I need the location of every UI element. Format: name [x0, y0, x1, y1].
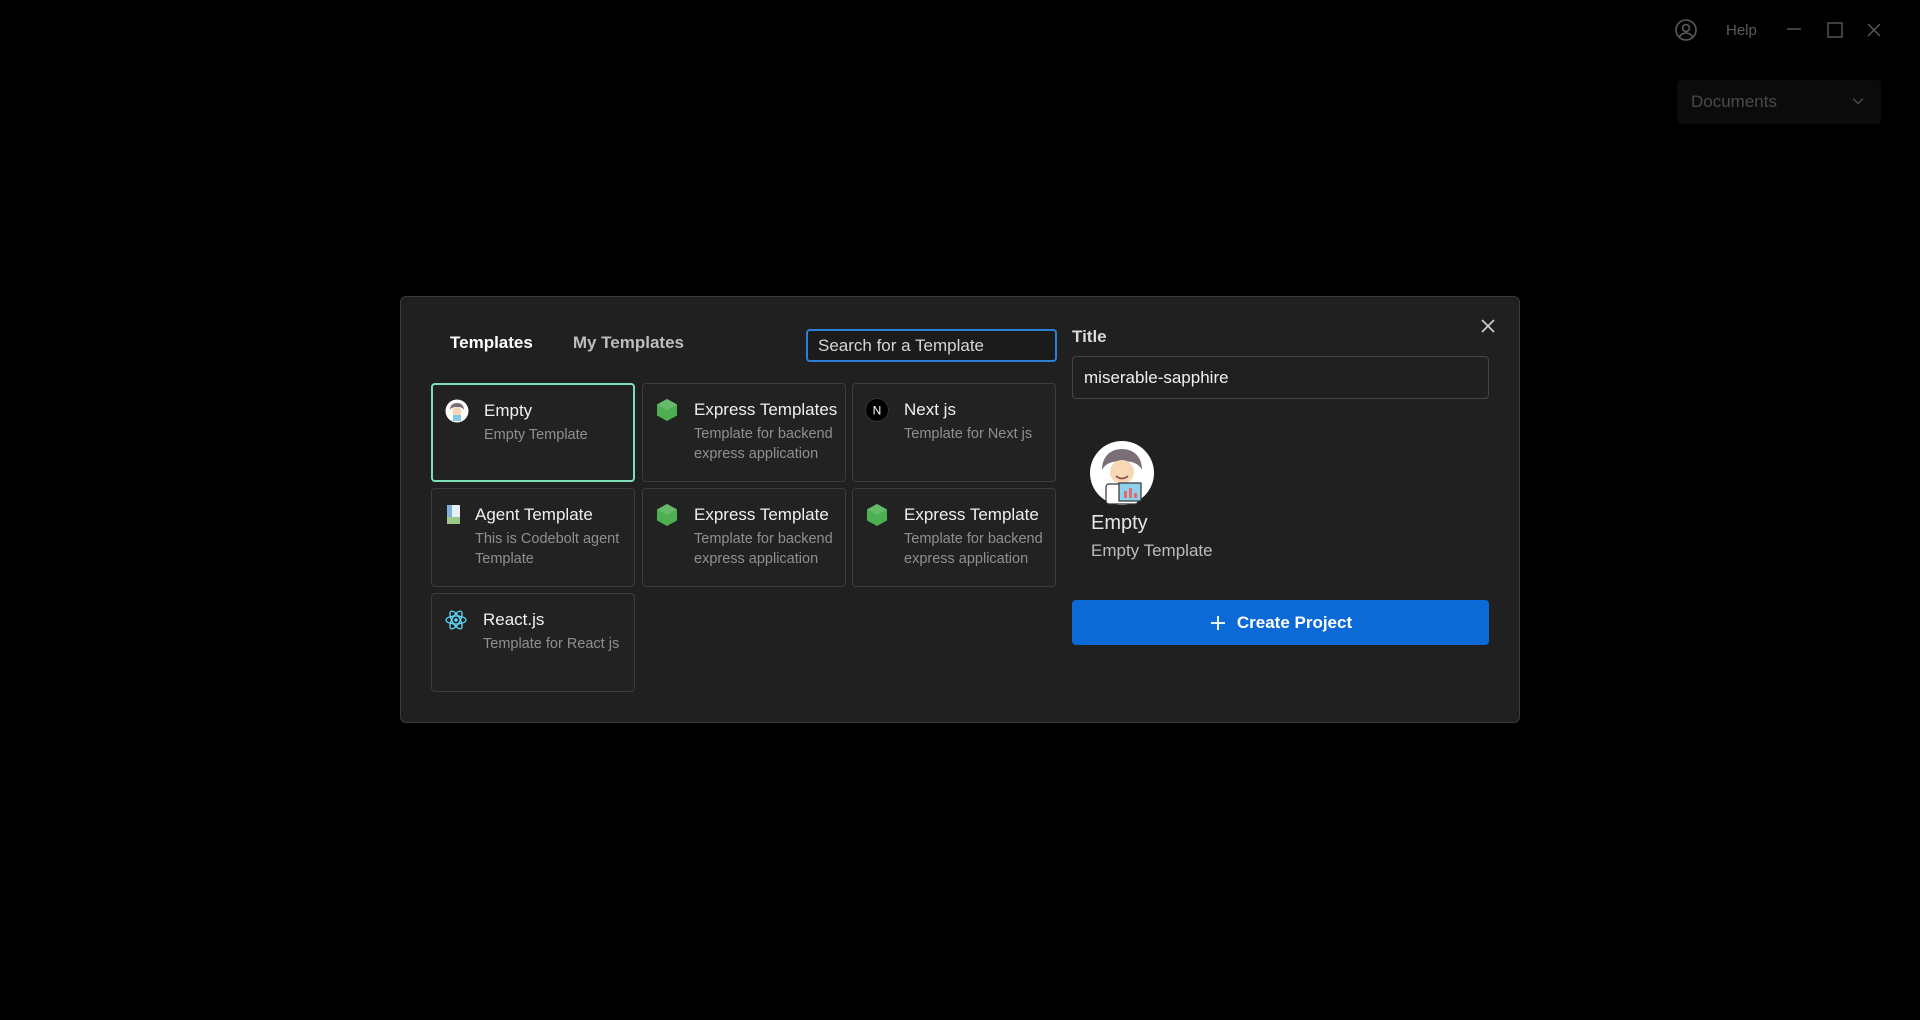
template-name: Empty [484, 401, 533, 420]
plus-icon [1210, 615, 1225, 630]
template-description: Template for React js [483, 636, 620, 652]
preview-template-name: Empty [1091, 512, 1148, 534]
template-name: Express Template [904, 505, 1039, 524]
template-tabs: Templates My Templates [450, 333, 684, 353]
nodejs-hexagon-icon [867, 504, 887, 526]
close-dialog-icon[interactable] [1478, 316, 1498, 336]
template-card-reactjs[interactable]: React.js Template for React js [431, 593, 635, 692]
template-preview-avatar [1090, 441, 1154, 505]
tab-my-templates[interactable]: My Templates [573, 333, 684, 353]
template-description: Empty Template [484, 427, 588, 443]
template-card-express-template[interactable]: Express Template Template for backend ex… [642, 488, 846, 587]
template-name: React.js [483, 610, 545, 629]
template-description: Template for backend express application [694, 426, 833, 462]
create-project-label: Create Project [1236, 612, 1353, 632]
template-card-express-template-2[interactable]: Express Template Template for backend ex… [852, 488, 1056, 587]
document-icon [447, 505, 460, 524]
help-link[interactable]: Help [1726, 22, 1757, 39]
template-card-nextjs[interactable]: N Next js Template for Next js [852, 383, 1056, 482]
template-search-input[interactable] [806, 329, 1057, 362]
folder-select-value: Documents [1691, 92, 1777, 111]
template-name: Express Template [694, 505, 829, 524]
template-card-agent-template[interactable]: Agent Template This is Codebolt agent Te… [431, 488, 635, 587]
template-card-empty[interactable]: Empty Empty Template [431, 383, 635, 482]
maximize-icon[interactable] [1823, 18, 1847, 42]
account-icon[interactable] [1674, 18, 1698, 42]
template-description: This is Codebolt agent Template [475, 531, 620, 567]
nodejs-hexagon-icon [657, 504, 677, 526]
template-description: Template for backend express application [694, 531, 833, 567]
svg-text:N: N [873, 404, 882, 418]
title-label: Title [1072, 327, 1107, 346]
template-name: Agent Template [475, 505, 593, 524]
template-card-express-templates[interactable]: Express Templates Template for backend e… [642, 383, 846, 482]
template-description: Template for backend express application [904, 531, 1043, 567]
template-description: Template for Next js [904, 426, 1033, 442]
nodejs-hexagon-icon [657, 399, 677, 421]
tab-templates[interactable]: Templates [450, 333, 533, 353]
preview-template-description: Empty Template [1091, 541, 1213, 560]
create-project-button[interactable]: Create Project [1072, 600, 1489, 645]
project-title-input[interactable] [1072, 356, 1489, 399]
folder-select[interactable]: Documents [1677, 80, 1881, 124]
avatar-icon [445, 399, 469, 423]
react-atom-icon [445, 610, 467, 630]
chevron-down-icon [1852, 98, 1864, 105]
template-name: Express Templates [694, 400, 838, 419]
template-name: Next js [904, 400, 956, 419]
nextjs-logo-icon: N [865, 398, 889, 422]
close-window-icon[interactable] [1862, 18, 1886, 42]
minimize-icon[interactable] [1782, 18, 1806, 42]
